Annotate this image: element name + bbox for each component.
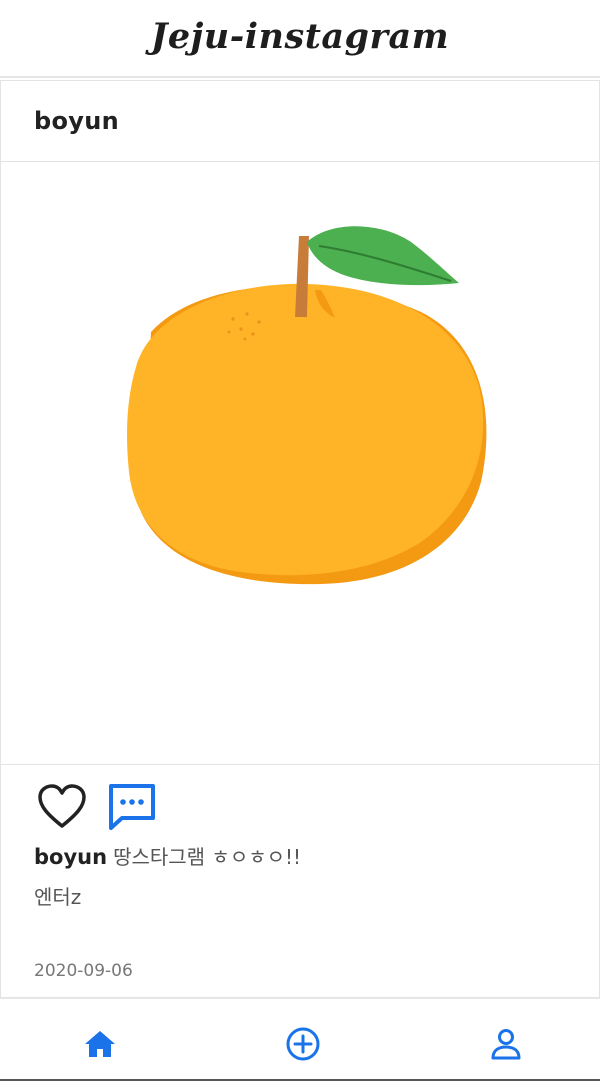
tangerine-illustration <box>127 226 487 585</box>
chat-bubble-dots-icon[interactable] <box>106 782 158 832</box>
caption-text: 땅스타그램 ㅎㅇㅎㅇ!! <box>113 845 302 869</box>
app-header: Jeju-instagram <box>0 0 600 78</box>
post-header: boyun <box>1 81 599 162</box>
person-icon[interactable] <box>488 1026 524 1062</box>
home-icon[interactable] <box>82 1026 118 1062</box>
post-username[interactable]: boyun <box>34 107 119 135</box>
comment-text: 엔터z <box>34 885 82 909</box>
post-date: 2020-09-06 <box>34 961 133 981</box>
post-actions: boyun 땅스타그램 ㅎㅇㅎㅇ!! 엔터z 2020-09-06 <box>1 764 599 998</box>
bottom-navigation <box>0 998 600 1081</box>
plus-circle-icon[interactable] <box>285 1026 321 1062</box>
caption-username[interactable]: boyun <box>34 845 107 869</box>
post-card: boyun boyun 땅스타그램 ㅎㅇㅎㅇ!! 엔터z 2020-09-06 <box>0 80 600 998</box>
app-title: Jeju-instagram <box>150 15 450 57</box>
post-caption: boyun 땅스타그램 ㅎㅇㅎㅇ!! <box>34 841 301 870</box>
feed: boyun boyun 땅스타그램 ㅎㅇㅎㅇ!! 엔터z 2020-09-06 <box>0 80 600 998</box>
heart-icon[interactable] <box>37 784 87 830</box>
post-image <box>1 162 599 763</box>
